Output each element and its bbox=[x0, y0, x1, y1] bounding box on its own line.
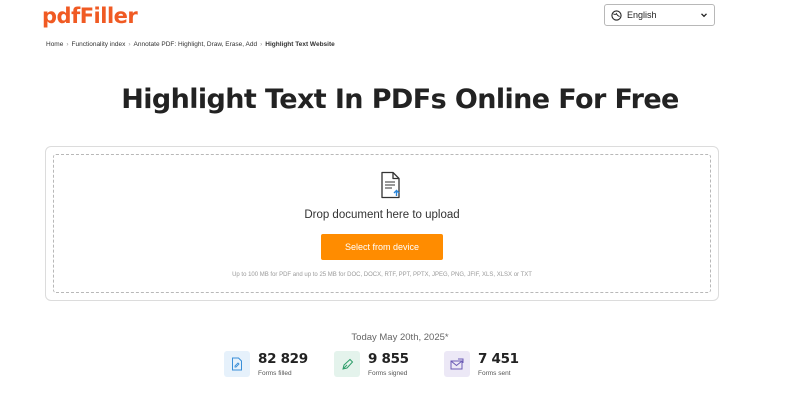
stat-label: Forms signed bbox=[368, 370, 408, 377]
stat-value: 7 451 bbox=[478, 351, 519, 367]
stat-value: 82 829 bbox=[258, 351, 308, 367]
page-title: Highlight Text In PDFs Online For Free bbox=[121, 84, 679, 115]
breadcrumb-home[interactable]: Home bbox=[46, 41, 63, 48]
stat-label: Forms filled bbox=[258, 370, 292, 377]
breadcrumb-annotate-pdf[interactable]: Annotate PDF: Highlight, Draw, Erase, Ad… bbox=[134, 41, 258, 48]
breadcrumb-separator: › bbox=[128, 41, 131, 48]
upload-dropzone[interactable]: Drop document here to upload Select from… bbox=[53, 154, 711, 293]
upload-document-icon bbox=[381, 171, 400, 199]
upload-area[interactable]: Drop document here to upload Select from… bbox=[45, 146, 719, 301]
stat-value: 9 855 bbox=[368, 351, 409, 367]
globe-icon bbox=[611, 9, 622, 21]
file-edit-icon bbox=[224, 351, 250, 377]
stat-forms-signed: 9 855 Forms signed bbox=[334, 351, 409, 377]
send-envelope-icon bbox=[444, 351, 470, 377]
breadcrumb: Home › Functionality index › Annotate PDF: H… bbox=[46, 41, 335, 48]
stat-forms-sent: 7 451 Forms sent bbox=[444, 351, 519, 377]
stats-date: Today May 20th, 2025* bbox=[351, 332, 449, 343]
breadcrumb-separator: › bbox=[66, 41, 69, 48]
language-select[interactable]: English bbox=[604, 4, 715, 26]
pdffiller-logo[interactable]: pdfFiller bbox=[42, 4, 138, 28]
stat-forms-filled: 82 829 Forms filled bbox=[224, 351, 308, 377]
stat-label: Forms sent bbox=[478, 370, 511, 377]
breadcrumb-functionality-index[interactable]: Functionality index bbox=[72, 41, 126, 48]
breadcrumb-current: Highlight Text Website bbox=[265, 41, 335, 48]
chevron-down-icon bbox=[701, 13, 707, 18]
upload-limits-text: Up to 100 MB for PDF and up to 25 MB for… bbox=[232, 272, 532, 278]
language-label: English bbox=[627, 10, 657, 20]
select-from-device-button[interactable]: Select from device bbox=[321, 234, 443, 260]
drop-instruction: Drop document here to upload bbox=[304, 209, 460, 221]
breadcrumb-separator: › bbox=[260, 41, 263, 48]
pen-nib-icon bbox=[334, 351, 360, 377]
